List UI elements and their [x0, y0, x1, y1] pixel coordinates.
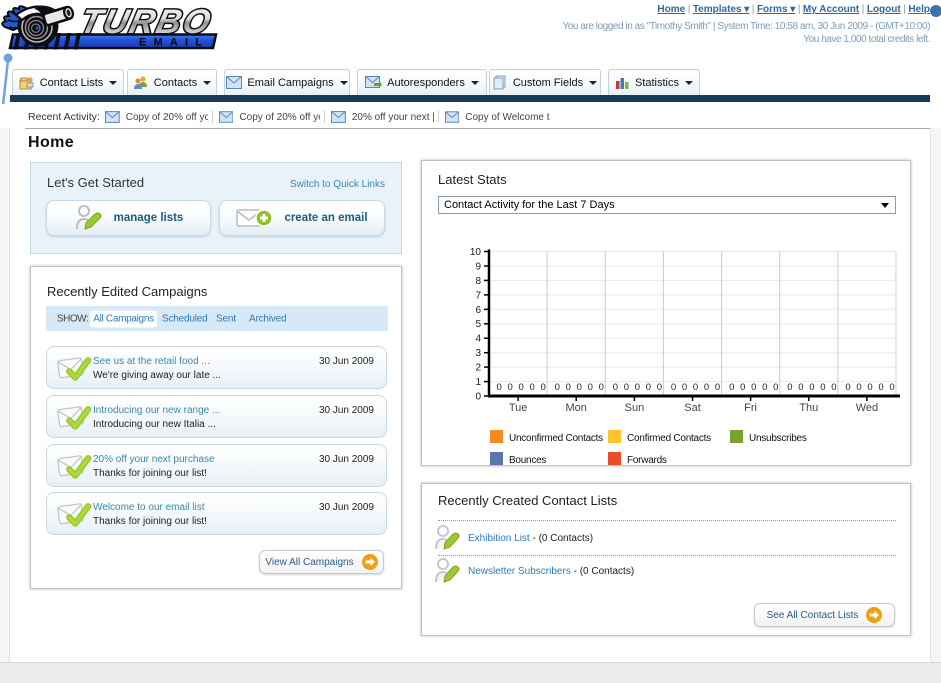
- svg-text:0: 0: [613, 382, 618, 393]
- svg-text:5: 5: [475, 319, 481, 330]
- svg-text:Forwards: Forwards: [627, 455, 667, 466]
- svg-text:8: 8: [475, 276, 481, 287]
- svg-text:TURBO: TURBO: [77, 3, 217, 41]
- svg-text:7: 7: [475, 290, 481, 301]
- svg-text:0: 0: [671, 382, 676, 393]
- svg-text:Unsubscribes: Unsubscribes: [749, 433, 807, 444]
- svg-text:Sat: Sat: [684, 402, 701, 414]
- svg-text:0: 0: [751, 382, 756, 393]
- svg-text:0: 0: [787, 382, 792, 393]
- svg-text:0: 0: [657, 382, 662, 393]
- svg-text:0: 0: [889, 382, 894, 393]
- svg-text:0: 0: [773, 382, 778, 393]
- svg-text:0: 0: [820, 382, 825, 393]
- svg-text:0: 0: [740, 382, 745, 393]
- svg-text:0: 0: [878, 382, 883, 393]
- svg-text:2: 2: [475, 363, 481, 374]
- svg-text:Thu: Thu: [799, 402, 818, 414]
- svg-text:0: 0: [475, 392, 481, 403]
- svg-text:0: 0: [762, 382, 767, 393]
- svg-text:0: 0: [867, 382, 872, 393]
- svg-text:0: 0: [599, 382, 604, 393]
- svg-text:1: 1: [475, 377, 481, 388]
- svg-text:0: 0: [831, 382, 836, 393]
- svg-text:0: 0: [715, 382, 720, 393]
- svg-text:0: 0: [845, 382, 850, 393]
- svg-text:0: 0: [798, 382, 803, 393]
- svg-text:0: 0: [530, 382, 535, 393]
- svg-text:0: 0: [508, 382, 513, 393]
- svg-text:0: 0: [856, 382, 861, 393]
- svg-text:10: 10: [470, 247, 482, 258]
- svg-text:Fri: Fri: [744, 402, 757, 414]
- svg-text:0: 0: [635, 382, 640, 393]
- svg-text:9: 9: [475, 262, 481, 273]
- svg-text:0: 0: [624, 382, 629, 393]
- svg-text:0: 0: [497, 382, 502, 393]
- svg-text:Bounces: Bounces: [509, 455, 546, 466]
- svg-text:0: 0: [588, 382, 593, 393]
- svg-text:Sun: Sun: [625, 402, 645, 414]
- svg-text:0: 0: [555, 382, 560, 393]
- svg-text:Wed: Wed: [856, 402, 878, 414]
- svg-text:Unconfirmed Contacts: Unconfirmed Contacts: [509, 433, 603, 444]
- svg-text:0: 0: [541, 382, 546, 393]
- svg-text:Mon: Mon: [565, 402, 586, 414]
- svg-text:Tue: Tue: [509, 402, 528, 414]
- svg-text:6: 6: [475, 305, 481, 316]
- svg-text:0: 0: [519, 382, 524, 393]
- svg-text:0: 0: [704, 382, 709, 393]
- svg-text:0: 0: [682, 382, 687, 393]
- svg-text:3: 3: [475, 348, 481, 359]
- svg-text:0: 0: [693, 382, 698, 393]
- svg-text:0: 0: [729, 382, 734, 393]
- svg-text:Confirmed Contacts: Confirmed Contacts: [627, 433, 711, 444]
- svg-text:0: 0: [646, 382, 651, 393]
- svg-text:0: 0: [566, 382, 571, 393]
- svg-text:0: 0: [809, 382, 814, 393]
- svg-text:0: 0: [577, 382, 582, 393]
- svg-text:4: 4: [475, 334, 481, 345]
